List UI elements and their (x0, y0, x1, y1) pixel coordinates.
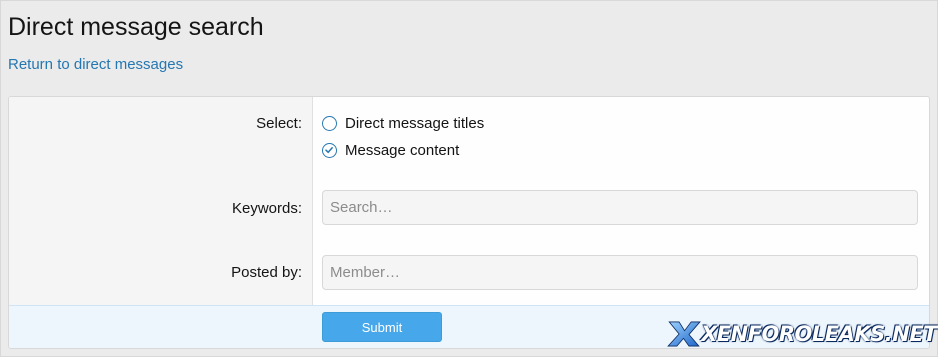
submit-button[interactable]: Submit (322, 312, 442, 342)
watermark-text: XENFOROLEAKS.NET (701, 322, 937, 346)
radio-unchecked-icon[interactable] (322, 116, 337, 131)
page: Direct message search Return to direct m… (0, 0, 938, 357)
page-title: Direct message search (8, 13, 264, 41)
posted-by-label: Posted by: (231, 264, 302, 281)
select-label: Select: (256, 115, 302, 132)
x-logo-icon (667, 321, 701, 347)
label-column: Select: Keywords: Posted by: (9, 97, 313, 305)
radio-checked-icon[interactable] (322, 143, 337, 158)
radio-option-titles[interactable]: Direct message titles (322, 115, 484, 132)
keywords-input[interactable] (322, 190, 918, 225)
keywords-label: Keywords: (231, 200, 302, 217)
watermark-logo: XENFOROLEAKS.NET (667, 310, 937, 357)
return-link[interactable]: Return to direct messages (8, 56, 183, 73)
radio-option-content[interactable]: Message content (322, 142, 459, 159)
radio-option-label: Direct message titles (345, 115, 485, 132)
radio-option-label: Message content (345, 142, 460, 159)
posted-by-input[interactable] (322, 255, 918, 290)
